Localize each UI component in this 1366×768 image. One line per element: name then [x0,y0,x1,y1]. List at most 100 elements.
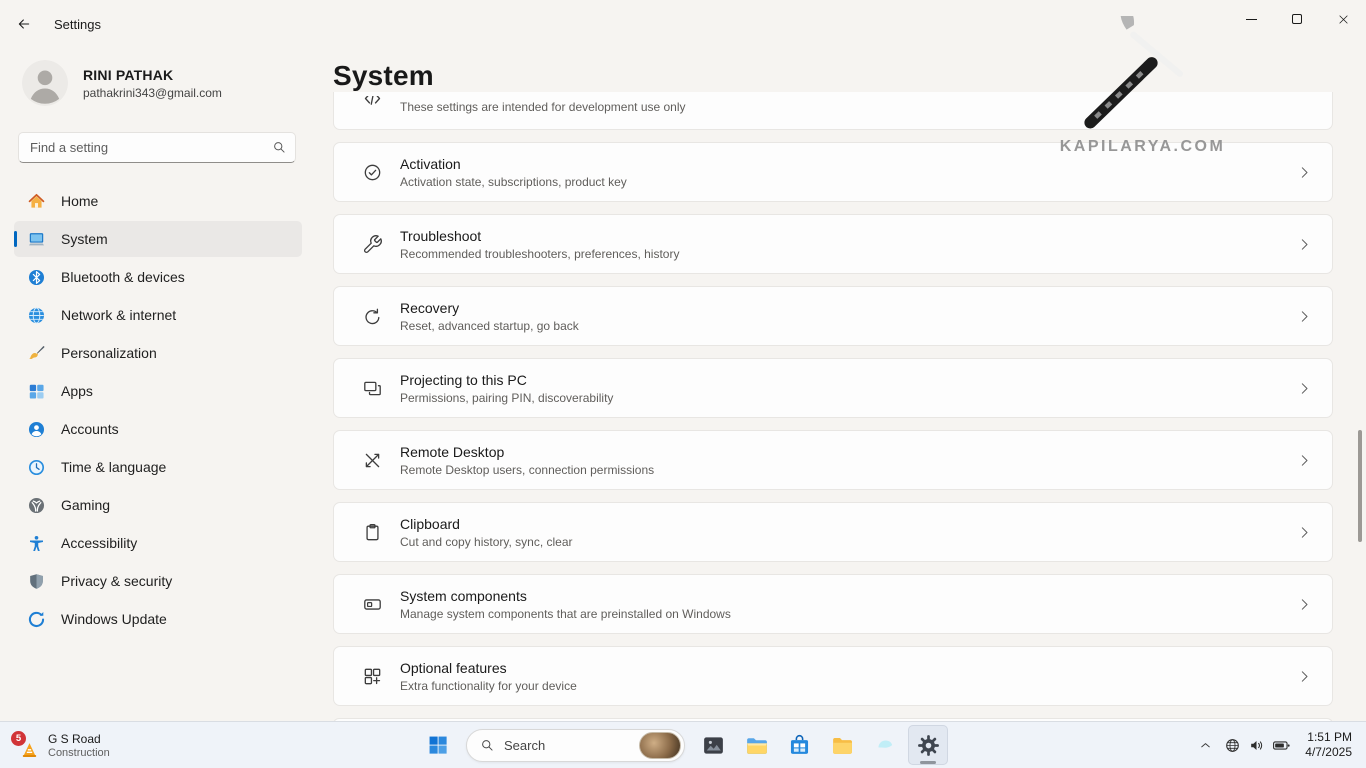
sidebar-item-windows-update[interactable]: Windows Update [14,601,302,637]
folder-icon [830,733,855,758]
sidebar-item-gaming[interactable]: Gaming [14,487,302,523]
sidebar-item-label: Personalization [61,345,157,361]
recovery-icon [362,306,383,327]
sidebar-item-accessibility[interactable]: Accessibility [14,525,302,561]
maximize-button[interactable] [1274,0,1320,38]
settings-item-text: System components Manage system componen… [400,588,731,621]
sidebar-item-label: Bluetooth & devices [61,269,185,285]
sidebar-item-network-internet[interactable]: Network & internet [14,297,302,333]
settings-item-title: Troubleshoot [400,228,679,244]
sidebar-item-label: Apps [61,383,93,399]
chevron-right-icon [1297,381,1312,396]
settings-item-system-components[interactable]: System components Manage system componen… [333,574,1333,634]
close-icon [1338,14,1349,25]
taskbar-search-label: Search [504,738,630,753]
taskbar-app-edge[interactable] [865,725,905,765]
sidebar-item-label: Accessibility [61,535,137,551]
hidden-icons-button[interactable] [1192,725,1218,765]
chevron-right-icon [1297,597,1312,612]
file-explorer-icon [744,733,769,758]
sidebar-item-home[interactable]: Home [14,183,302,219]
settings-item-subtitle: Permissions, pairing PIN, discoverabilit… [400,391,613,405]
taskbar-app-file-explorer[interactable] [736,725,776,765]
settings-item-subtitle: Manage system components that are preins… [400,607,731,621]
clock-time: 1:51 PM [1307,730,1352,745]
person-icon [22,60,68,106]
settings-item-subtitle: Extra functionality for your device [400,679,577,693]
minimize-button[interactable] [1228,0,1274,38]
window-controls [1228,0,1366,38]
settings-item-clipboard[interactable]: Clipboard Cut and copy history, sync, cl… [333,502,1333,562]
sidebar-item-label: Network & internet [61,307,176,323]
widgets-button[interactable]: 5 G S Road Construction [4,725,122,765]
sidebar-item-bluetooth-devices[interactable]: Bluetooth & devices [14,259,302,295]
taskbar-search[interactable]: Search [466,729,685,762]
sidebar-item-apps[interactable]: Apps [14,373,302,409]
taskbar-app-folder[interactable] [822,725,862,765]
tray-status-button[interactable] [1218,725,1297,765]
settings-item-title: Optional features [400,660,577,676]
settings-item-text: Recovery Reset, advanced startup, go bac… [400,300,579,333]
sidebar-item-time-language[interactable]: Time & language [14,449,302,485]
developers-icon [362,96,383,110]
clock-button[interactable]: 1:51 PM 4/7/2025 [1297,725,1364,765]
close-button[interactable] [1320,0,1366,38]
sidebar-nav: Home System Bluetooth & devices Network … [0,183,316,637]
search-icon [480,738,495,753]
sidebar-item-accounts[interactable]: Accounts [14,411,302,447]
taskbar-app-store[interactable] [779,725,819,765]
gear-icon [916,733,941,758]
optional-icon [362,666,383,687]
sidebar-item-personalization[interactable]: Personalization [14,335,302,371]
settings-item-text: Activation Activation state, subscriptio… [400,156,627,189]
widget-title: G S Road [48,732,110,746]
settings-list: These settings are intended for developm… [333,92,1333,706]
settings-item-remote-desktop[interactable]: Remote Desktop Remote Desktop users, con… [333,430,1333,490]
accounts-icon [27,420,46,439]
system-icon [27,230,46,249]
sidebar-item-privacy-security[interactable]: Privacy & security [14,563,302,599]
clock-date: 4/7/2025 [1305,745,1352,760]
clipboard-icon [362,522,383,543]
sidebar-item-label: Home [61,193,98,209]
avatar [22,60,68,106]
settings-item-subtitle: Activation state, subscriptions, product… [400,175,627,189]
sidebar-item-label: System [61,231,108,247]
store-icon [787,733,812,758]
taskbar-app-settings[interactable] [908,725,948,765]
sidebar-item-label: Gaming [61,497,110,513]
settings-item-text: Troubleshoot Recommended troubleshooters… [400,228,679,261]
taskbar-app-photos[interactable] [693,725,733,765]
maximize-icon [1292,14,1302,24]
sidebar-item-system[interactable]: System [14,221,302,257]
search-input[interactable] [18,132,296,163]
settings-item-optional-features[interactable]: Optional features Extra functionality fo… [333,646,1333,706]
user-profile[interactable]: RINI PATHAK pathakrini343@gmail.com [0,48,316,106]
main-content: System These settings are intended for d… [316,48,1366,721]
back-button[interactable] [6,7,42,41]
settings-item-text: These settings are intended for developm… [400,96,686,114]
sidebar-item-label: Privacy & security [61,573,172,589]
start-button[interactable] [418,725,458,765]
settings-item-activation[interactable]: Activation Activation state, subscriptio… [333,142,1333,202]
chevron-right-icon [1297,237,1312,252]
time-icon [27,458,46,477]
settings-item-subtitle: Cut and copy history, sync, clear [400,535,573,549]
weather-widget-icon: 5 [12,732,39,759]
update-icon [27,610,46,629]
chevron-right-icon [1297,309,1312,324]
widget-subtitle: Construction [48,747,110,759]
scrollbar-thumb[interactable] [1358,430,1362,542]
chevron-right-icon [1297,525,1312,540]
settings-item-title: Clipboard [400,516,573,532]
settings-item-recovery[interactable]: Recovery Reset, advanced startup, go bac… [333,286,1333,346]
bluetooth-icon [27,268,46,287]
privacy-icon [27,572,46,591]
search-highlight-image[interactable] [639,732,681,759]
taskbar: 5 G S Road Construction Search [0,721,1366,768]
settings-item-projecting[interactable]: Projecting to this PC Permissions, pairi… [333,358,1333,418]
settings-item-troubleshoot[interactable]: Troubleshoot Recommended troubleshooters… [333,214,1333,274]
system-tray: 1:51 PM 4/7/2025 [1192,722,1364,768]
projecting-icon [362,378,383,399]
settings-item-developers-partial[interactable]: These settings are intended for developm… [333,92,1333,130]
